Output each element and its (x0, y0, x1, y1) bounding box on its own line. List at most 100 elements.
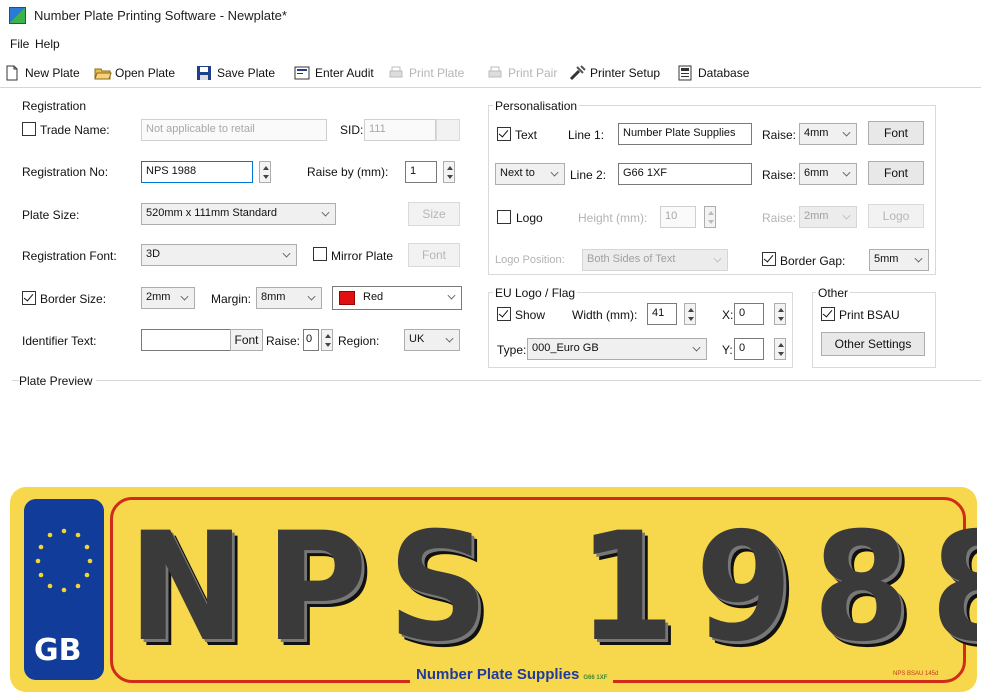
trade-name-label: Trade Name: (40, 123, 110, 137)
print-pair-button[interactable]: Print Pair (487, 61, 557, 85)
chevron-down-icon (842, 128, 851, 137)
border-color-select[interactable]: Red (332, 286, 462, 310)
printer-setup-label: Printer Setup (590, 66, 661, 80)
logo-label: Logo (516, 211, 543, 225)
text-position-select[interactable]: Next to (495, 163, 565, 185)
menu-file[interactable]: File (10, 37, 29, 51)
line1-field[interactable]: Number Plate Supplies (618, 123, 752, 145)
border-gap-checkbox[interactable] (762, 252, 776, 266)
margin-label: Margin: (211, 292, 252, 306)
line1-font-button[interactable]: Font (868, 121, 924, 145)
margin-select[interactable]: 8mm (256, 287, 322, 309)
border-size-label: Border Size: (40, 292, 107, 306)
border-size-select[interactable]: 2mm (141, 287, 195, 309)
line2-raise-label: Raise: (762, 168, 797, 182)
print-bsau-checkbox[interactable] (821, 307, 835, 321)
chevron-down-icon (445, 334, 454, 343)
height-field[interactable]: 10 (660, 206, 696, 228)
sid-field[interactable]: 111 (364, 119, 436, 141)
logo-button[interactable]: Logo (868, 204, 924, 228)
printer-icon (487, 65, 503, 81)
height-spinner[interactable] (704, 206, 716, 228)
eu-x-spinner[interactable] (774, 303, 786, 325)
save-plate-button[interactable]: Save Plate (196, 61, 275, 85)
open-folder-icon (94, 65, 112, 81)
text-position-value: Next to (500, 167, 535, 179)
tools-icon (569, 65, 586, 81)
other-settings-button[interactable]: Other Settings (821, 332, 925, 356)
logo-position-select[interactable]: Both Sides of Text (582, 249, 728, 271)
trade-name-field[interactable]: Not applicable to retail (141, 119, 327, 141)
raise-by-spinner[interactable] (443, 161, 455, 183)
sid-button[interactable] (436, 119, 460, 141)
identifier-font-button[interactable]: Font (230, 329, 263, 351)
database-button[interactable]: Database (677, 61, 749, 85)
plate-size-value: 520mm x 111mm Standard (146, 207, 278, 219)
region-label: Region: (338, 334, 380, 348)
eu-flag-band: GB (24, 499, 104, 680)
line1-raise-select[interactable]: 4mm (799, 123, 857, 145)
new-plate-button[interactable]: New Plate (4, 61, 80, 85)
logo-raise-select[interactable]: 2mm (799, 206, 857, 228)
chevron-down-icon (842, 168, 851, 177)
line2-raise-select[interactable]: 6mm (799, 163, 857, 185)
trade-name-checkbox[interactable] (22, 122, 36, 136)
plate-registration-text: NPS 1988 (128, 501, 977, 675)
logo-position-value: Both Sides of Text (587, 253, 676, 265)
text-checkbox[interactable] (497, 127, 511, 141)
bsau-mark: NPS BSAU 145d (890, 671, 942, 677)
line2-label: Line 2: (570, 168, 607, 182)
eu-logo-group-label: EU Logo / Flag (493, 286, 578, 300)
registration-no-spinner[interactable] (259, 161, 271, 183)
region-value: UK (409, 333, 425, 345)
logo-raise-value: 2mm (804, 210, 829, 222)
identifier-raise-spinner[interactable] (321, 329, 333, 351)
border-size-checkbox[interactable] (22, 291, 36, 305)
region-select[interactable]: UK (404, 329, 460, 351)
database-label: Database (698, 66, 750, 80)
identifier-text-field[interactable] (141, 329, 231, 351)
raise-by-field[interactable]: 1 (405, 161, 437, 183)
new-document-icon (4, 65, 20, 81)
line2-font-button[interactable]: Font (868, 161, 924, 185)
registration-font-select[interactable]: 3D (141, 244, 297, 266)
printer-icon (388, 65, 404, 81)
enter-audit-button[interactable]: Enter Audit (294, 61, 374, 85)
registration-group-label: Registration (22, 99, 87, 113)
size-button[interactable]: Size (408, 202, 460, 226)
eu-show-checkbox[interactable] (497, 307, 511, 321)
eu-x-field[interactable]: 0 (734, 303, 764, 325)
raise-by-label: Raise by (mm): (307, 165, 389, 179)
print-plate-button[interactable]: Print Plate (388, 61, 464, 85)
eu-y-spinner[interactable] (774, 338, 786, 360)
registration-font-value: 3D (146, 248, 161, 260)
eu-width-spinner[interactable] (684, 303, 696, 325)
printer-setup-button[interactable]: Printer Setup (569, 61, 660, 85)
line2-field[interactable]: G66 1XF (618, 163, 752, 185)
border-size-value: 2mm (146, 291, 171, 303)
eu-y-field[interactable]: 0 (734, 338, 764, 360)
chevron-down-icon (321, 208, 330, 217)
supplier-postcode: G66 1XF (583, 675, 608, 681)
line2-raise-value: 6mm (804, 167, 829, 179)
mirror-plate-checkbox[interactable] (313, 247, 327, 261)
menu-help[interactable]: Help (35, 37, 60, 51)
logo-position-label: Logo Position: (495, 254, 565, 266)
chevron-down-icon (914, 254, 923, 263)
open-plate-button[interactable]: Open Plate (94, 61, 175, 85)
chevron-down-icon (282, 249, 291, 258)
logo-checkbox[interactable] (497, 210, 511, 224)
reg-font-button[interactable]: Font (408, 243, 460, 267)
identifier-raise-field[interactable]: 0 (303, 329, 319, 351)
eu-y-label: Y: (722, 343, 733, 357)
border-gap-select[interactable]: 5mm (869, 249, 929, 271)
registration-no-field[interactable]: NPS 1988 (141, 161, 253, 183)
window-title: Number Plate Printing Software - Newplat… (34, 8, 287, 23)
line1-label: Line 1: (568, 128, 605, 142)
plate-size-select[interactable]: 520mm x 111mm Standard (141, 203, 336, 225)
eu-type-select[interactable]: 000_Euro GB (527, 338, 707, 360)
line1-raise-label: Raise: (762, 128, 797, 142)
eu-width-field[interactable]: 41 (647, 303, 677, 325)
toolbar-divider (0, 87, 981, 88)
plate-preview-label: Plate Preview (19, 374, 97, 388)
